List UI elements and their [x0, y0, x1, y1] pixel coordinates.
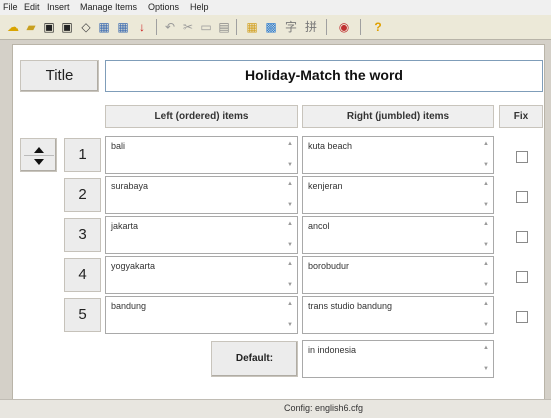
pinyin-icon[interactable]: 拼: [303, 19, 319, 35]
right-item-input[interactable]: ancol ▲ ▼: [302, 216, 494, 254]
right-items-header[interactable]: Right (jumbled) items: [302, 105, 494, 128]
left-item-input[interactable]: yogyakarta ▲ ▼: [105, 256, 298, 294]
default-scrollbar[interactable]: ▲ ▼: [480, 342, 492, 376]
grid2-icon[interactable]: ▦: [115, 19, 131, 35]
fix-checkbox[interactable]: [516, 311, 528, 323]
row-number-button[interactable]: 1: [64, 138, 101, 172]
grid-icon[interactable]: ▦: [96, 19, 112, 35]
right-item-text: kenjeran: [308, 181, 343, 191]
fix-checkbox[interactable]: [516, 191, 528, 203]
right-item-text: borobudur: [308, 261, 350, 271]
right-item-text: trans studio bandung: [308, 301, 393, 311]
preview-icon[interactable]: ◉: [336, 19, 352, 35]
save-icon[interactable]: ▣: [41, 19, 57, 35]
left-item-text: surabaya: [111, 181, 149, 191]
paste-icon[interactable]: ▤: [216, 19, 232, 35]
right-item-scrollbar[interactable]: ▲ ▼: [480, 178, 492, 212]
eraser-icon[interactable]: ◇: [78, 19, 94, 35]
default-button[interactable]: Default:: [211, 341, 298, 377]
right-item-scrollbar[interactable]: ▲ ▼: [480, 298, 492, 332]
fix-checkbox[interactable]: [516, 151, 528, 163]
menu-insert[interactable]: Insert: [47, 2, 70, 12]
cut-icon[interactable]: ✂: [180, 19, 196, 35]
menu-bar: File Edit Insert Manage Items Options He…: [0, 0, 551, 15]
left-item-input[interactable]: bandung ▲ ▼: [105, 296, 298, 334]
menu-edit[interactable]: Edit: [24, 2, 40, 12]
row-number-button[interactable]: 2: [64, 178, 101, 212]
right-item-input[interactable]: kuta beach ▲ ▼: [302, 136, 494, 174]
menu-file[interactable]: File: [3, 2, 18, 12]
move-row-buttons[interactable]: [20, 138, 57, 172]
move-down-icon[interactable]: [34, 159, 44, 165]
left-item-input[interactable]: bali ▲ ▼: [105, 136, 298, 174]
left-item-input[interactable]: jakarta ▲ ▼: [105, 216, 298, 254]
title-button[interactable]: Title: [20, 60, 99, 92]
row-number-button[interactable]: 3: [64, 218, 101, 252]
left-item-scrollbar[interactable]: ▲ ▼: [284, 218, 296, 252]
open-icon[interactable]: ▰: [23, 19, 39, 35]
copy-icon[interactable]: ▭: [198, 19, 214, 35]
new-icon[interactable]: ☁: [5, 19, 21, 35]
right-item-scrollbar[interactable]: ▲ ▼: [480, 258, 492, 292]
left-item-scrollbar[interactable]: ▲ ▼: [284, 258, 296, 292]
row-number-button[interactable]: 5: [64, 298, 101, 332]
left-item-scrollbar[interactable]: ▲ ▼: [284, 138, 296, 172]
right-item-scrollbar[interactable]: ▲ ▼: [480, 138, 492, 172]
default-input-text: in indonesia: [308, 345, 357, 355]
left-item-scrollbar[interactable]: ▲ ▼: [284, 178, 296, 212]
fix-checkbox[interactable]: [516, 231, 528, 243]
left-item-input[interactable]: surabaya ▲ ▼: [105, 176, 298, 214]
right-item-scrollbar[interactable]: ▲ ▼: [480, 218, 492, 252]
menu-manage-items[interactable]: Manage Items: [80, 2, 137, 12]
left-item-text: jakarta: [111, 221, 139, 231]
right-item-input[interactable]: trans studio bandung ▲ ▼: [302, 296, 494, 334]
left-item-text: bali: [111, 141, 126, 151]
arrow-down-icon[interactable]: ↓: [134, 19, 150, 35]
table-icon[interactable]: ▦: [244, 19, 260, 35]
right-item-text: kuta beach: [308, 141, 353, 151]
row-number-button[interactable]: 4: [64, 258, 101, 292]
fix-checkbox[interactable]: [516, 271, 528, 283]
save-as-icon[interactable]: ▣: [59, 19, 75, 35]
right-item-input[interactable]: borobudur ▲ ▼: [302, 256, 494, 294]
left-item-text: yogyakarta: [111, 261, 156, 271]
fix-header[interactable]: Fix: [499, 105, 543, 128]
default-input[interactable]: in indonesia ▲ ▼: [302, 340, 494, 378]
left-item-scrollbar[interactable]: ▲ ▼: [284, 298, 296, 332]
right-item-text: ancol: [308, 221, 330, 231]
right-item-input[interactable]: kenjeran ▲ ▼: [302, 176, 494, 214]
title-input[interactable]: Holiday-Match the word: [105, 60, 543, 92]
status-bar: Config: english6.cfg: [0, 399, 551, 418]
menu-help[interactable]: Help: [190, 2, 209, 12]
toolbar: ☁ ▰ ▣ ▣ ◇ ▦ ▦ ↓ ↶ ✂ ▭ ▤ ▦ ▩ 字 拼 ◉ ?: [0, 15, 551, 40]
chinese-icon[interactable]: 字: [283, 19, 299, 35]
left-items-header[interactable]: Left (ordered) items: [105, 105, 298, 128]
move-up-icon[interactable]: [34, 147, 44, 153]
undo-icon[interactable]: ↶: [162, 19, 178, 35]
left-item-text: bandung: [111, 301, 147, 311]
status-text: Config: english6.cfg: [284, 403, 364, 413]
export-icon[interactable]: ▩: [263, 19, 279, 35]
help-icon[interactable]: ?: [370, 19, 386, 35]
menu-options[interactable]: Options: [148, 2, 179, 12]
